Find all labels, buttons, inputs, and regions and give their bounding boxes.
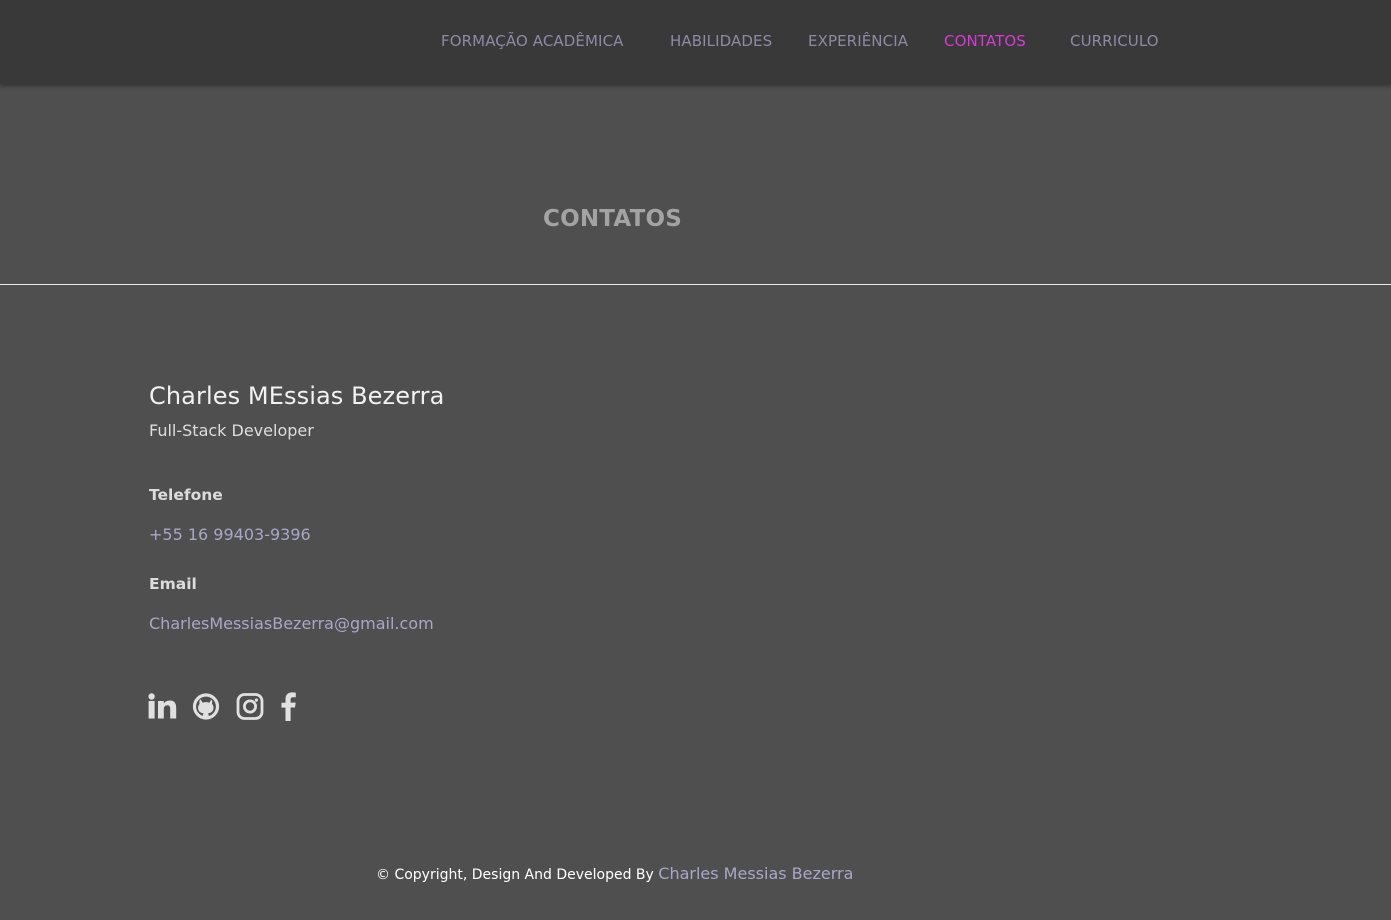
nav-item-habilidades[interactable]: HABILIDADES	[670, 32, 772, 50]
contact-role: Full-Stack Developer	[149, 421, 314, 440]
nav-item-formacao-academica[interactable]: FORMAÇÃO ACADÊMICA	[441, 32, 624, 50]
contact-name: Charles MEssias Bezerra	[149, 382, 445, 410]
footer: © Copyright, Design And Developed By Cha…	[376, 864, 853, 883]
phone-link[interactable]: +55 16 99403-9396	[149, 525, 311, 544]
phone-label: Telefone	[149, 486, 223, 504]
top-navbar: FORMAÇÃO ACADÊMICA HABILIDADES EXPERIÊNC…	[0, 0, 1391, 84]
nav-item-curriculo[interactable]: CURRICULO	[1070, 32, 1159, 50]
nav-item-contatos[interactable]: CONTATOS	[944, 32, 1026, 50]
nav-item-experiencia[interactable]: EXPERIÊNCIA	[808, 32, 908, 50]
email-label: Email	[149, 575, 197, 593]
footer-text: © Copyright, Design And Developed By	[376, 867, 659, 883]
footer-author-link[interactable]: Charles Messias Bezerra	[658, 864, 853, 883]
email-link[interactable]: CharlesMessiasBezerra@gmail.com	[149, 614, 434, 633]
section-divider	[0, 284, 1391, 285]
github-icon[interactable]	[192, 690, 220, 722]
section-title: CONTATOS	[543, 206, 683, 232]
linkedin-icon[interactable]	[148, 690, 177, 722]
facebook-icon[interactable]	[279, 690, 299, 722]
instagram-icon[interactable]	[236, 690, 264, 722]
